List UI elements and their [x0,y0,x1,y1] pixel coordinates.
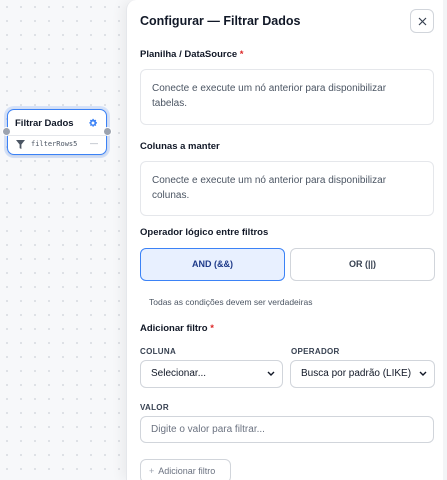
gear-icon[interactable] [88,118,98,128]
columns-label: Colunas a manter [140,141,220,152]
filter-icon [16,140,25,149]
filter-node[interactable]: Filtrar Dados filterRows5 — [2,109,112,155]
datasource-label: Planilha / DataSource * [140,49,244,60]
panel-title: Configurar — Filtrar Dados [140,14,301,28]
required-mark: * [239,49,244,60]
close-icon [418,17,427,26]
chevron-down-icon [419,371,427,376]
column-select[interactable]: Selecionar... [140,360,283,388]
operator-label: OPERADOR [291,347,340,356]
node-id: filterRows5 [31,140,78,148]
close-button[interactable] [410,9,434,33]
value-label: VALOR [140,403,169,412]
node-body: filterRows5 — [14,139,100,151]
column-label: COLUNA [140,347,177,356]
plus-icon: + [149,466,155,476]
chevron-down-icon [267,371,275,376]
logic-label: Operador lógico entre filtros [140,227,269,238]
and-button[interactable]: AND (&&) [140,248,285,281]
value-input[interactable]: Digite o valor para filtrar... [140,416,434,443]
scrollbar[interactable] [443,0,447,480]
node-header: Filtrar Dados [8,110,106,136]
config-panel: Configurar — Filtrar Dados Planilha / Da… [126,0,447,480]
datasource-notice: Conecte e execute um nó anterior para di… [140,69,434,125]
or-button[interactable]: OR (||) [290,248,435,281]
required-mark: * [210,323,214,334]
add-filter-label: Adicionar filtro * [140,323,214,334]
operator-select[interactable]: Busca por padrão (LIKE) [290,360,435,388]
node-status: — [90,139,98,148]
add-filter-button[interactable]: + Adicionar filtro [140,459,231,480]
columns-notice: Conecte e execute um nó anterior para di… [140,161,434,216]
logic-hint: Todas as condições devem ser verdadeiras [149,297,313,307]
node-title: Filtrar Dados [15,118,74,129]
